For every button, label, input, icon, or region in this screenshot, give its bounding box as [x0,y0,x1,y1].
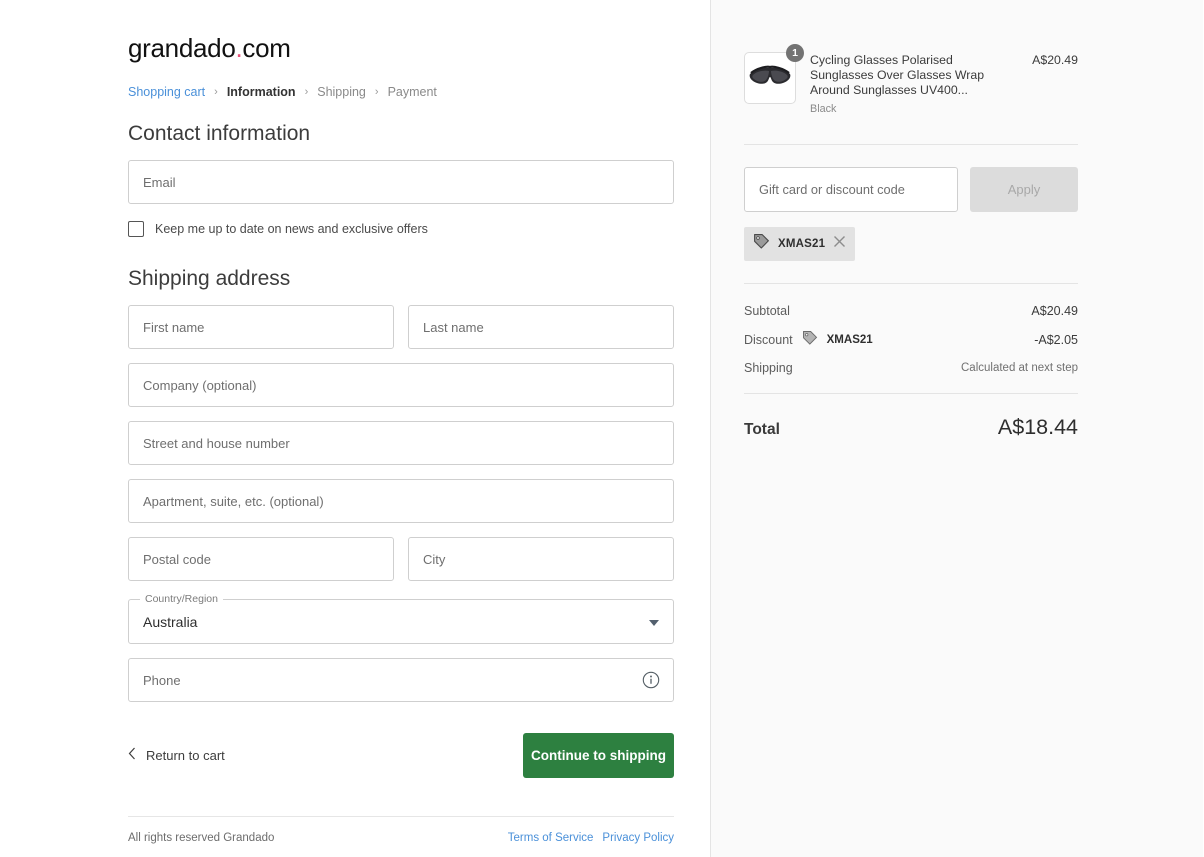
newsletter-checkbox[interactable] [128,221,144,237]
total-label: Total [744,421,780,438]
site-logo[interactable]: grandado.com [128,33,674,64]
street-field[interactable]: Street and house number [128,421,674,465]
breadcrumb-separator-icon: › [214,86,218,98]
return-to-cart-link[interactable]: Return to cart [128,747,225,763]
shipping-label: Shipping [744,361,793,375]
return-to-cart-label: Return to cart [146,747,225,763]
shipping-row: Shipping Calculated at next step [744,361,1078,375]
last-name-field[interactable]: Last name [408,305,674,349]
footer-copyright: All rights reserved Grandado [128,832,275,844]
applied-discount-chip: XMAS21 [744,227,856,261]
city-field[interactable]: City [408,537,674,581]
logo-name: grandado [128,33,236,63]
discount-row-summary: Discount XMAS21 -A$2.05 [744,330,1078,349]
breadcrumb-separator-icon: › [304,86,309,98]
tag-icon [802,330,818,349]
privacy-policy-link[interactable]: Privacy Policy [602,832,674,844]
postal-code-field[interactable]: Postal code [128,537,394,581]
discount-row: Gift card or discount code Apply [744,167,1078,212]
chevron-down-icon[interactable] [649,619,659,626]
breadcrumb-shopping-cart[interactable]: Shopping cart [128,85,205,99]
product-thumbnail-wrap: 1 [744,44,804,104]
apartment-field[interactable]: Apartment, suite, etc. (optional) [128,479,674,523]
shipping-address-heading: Shipping address [128,267,291,290]
discount-area: Gift card or discount code Apply XMAS21 [744,167,1078,284]
grand-total-row: Total A$18.44 [744,415,1078,440]
apply-discount-button[interactable]: Apply [970,167,1078,212]
breadcrumb-shipping[interactable]: Shipping [317,85,366,99]
chevron-left-icon [128,747,136,763]
discount-code-placeholder: Gift card or discount code [759,182,905,197]
phone-placeholder: Phone [143,672,181,688]
breadcrumb-payment[interactable]: Payment [388,85,437,99]
product-details: Cycling Glasses Polarised Sunglasses Ove… [810,52,1018,115]
email-placeholder: Email [143,174,176,190]
footer-links: Terms of Service Privacy Policy [508,832,674,844]
email-field[interactable]: Email [128,160,674,204]
product-variant: Black [810,103,837,115]
tag-icon [753,233,770,255]
company-placeholder: Company (optional) [143,377,257,393]
quantity-badge: 1 [786,44,804,62]
info-circle-icon[interactable] [642,671,660,689]
country-region-select[interactable]: Country/Region Australia [128,593,674,644]
newsletter-checkbox-row[interactable]: Keep me up to date on news and exclusive… [128,221,674,237]
discount-label: Discount [744,332,793,347]
order-summary-panel: 1 Cycling Glasses Polarised Sunglasses O… [711,0,1203,857]
street-placeholder: Street and house number [143,435,290,451]
discount-code-label: XMAS21 [826,333,873,346]
apartment-placeholder: Apartment, suite, etc. (optional) [143,493,324,509]
contact-information-heading: Contact information [128,122,311,145]
discount-code-input[interactable]: Gift card or discount code [744,167,958,212]
close-icon[interactable] [833,235,846,253]
totals-breakdown: Subtotal A$20.49 Discount XMAS21 -A$2.05… [744,284,1078,394]
postal-code-placeholder: Postal code [143,551,211,567]
checkout-form-panel: grandado.com Shopping cart › Information… [0,0,711,857]
last-name-placeholder: Last name [423,319,484,335]
discount-value: -A$2.05 [1034,332,1078,347]
form-actions: Return to cart Continue to shipping [128,732,674,778]
name-row: First name Last name [128,291,674,349]
terms-of-service-link[interactable]: Terms of Service [508,832,594,844]
footer: All rights reserved Grandado Terms of Se… [128,816,674,844]
sunglasses-illustration [749,65,791,84]
discount-label-group: Discount XMAS21 [744,330,873,349]
order-line-item: 1 Cycling Glasses Polarised Sunglasses O… [744,44,1078,145]
discount-chip-code: XMAS21 [778,238,826,250]
subtotal-row: Subtotal A$20.49 [744,304,1078,318]
first-name-field[interactable]: First name [128,305,394,349]
total-value: A$18.44 [997,415,1078,439]
first-name-placeholder: First name [143,319,205,335]
shipping-value: Calculated at next step [961,362,1078,374]
checkout-page: grandado.com Shopping cart › Information… [0,0,1204,857]
continue-to-shipping-button[interactable]: Continue to shipping [523,732,674,778]
subtotal-value: A$20.49 [1031,304,1078,318]
city-placeholder: City [423,551,446,567]
product-title: Cycling Glasses Polarised Sunglasses Ove… [810,53,985,97]
company-field[interactable]: Company (optional) [128,363,674,407]
breadcrumb-information[interactable]: Information [227,85,296,99]
phone-field[interactable]: Phone [128,658,674,702]
breadcrumb-separator-icon: › [374,86,379,98]
subtotal-label: Subtotal [744,304,790,318]
newsletter-label: Keep me up to date on news and exclusive… [155,222,428,236]
logo-tld: com [242,33,291,63]
postal-city-row: Postal code City [128,523,674,581]
country-region-label: Country/Region [140,593,223,606]
country-region-value: Australia [143,613,198,630]
product-price: A$20.49 [1032,53,1078,67]
breadcrumb: Shopping cart › Information › Shipping ›… [128,85,674,99]
